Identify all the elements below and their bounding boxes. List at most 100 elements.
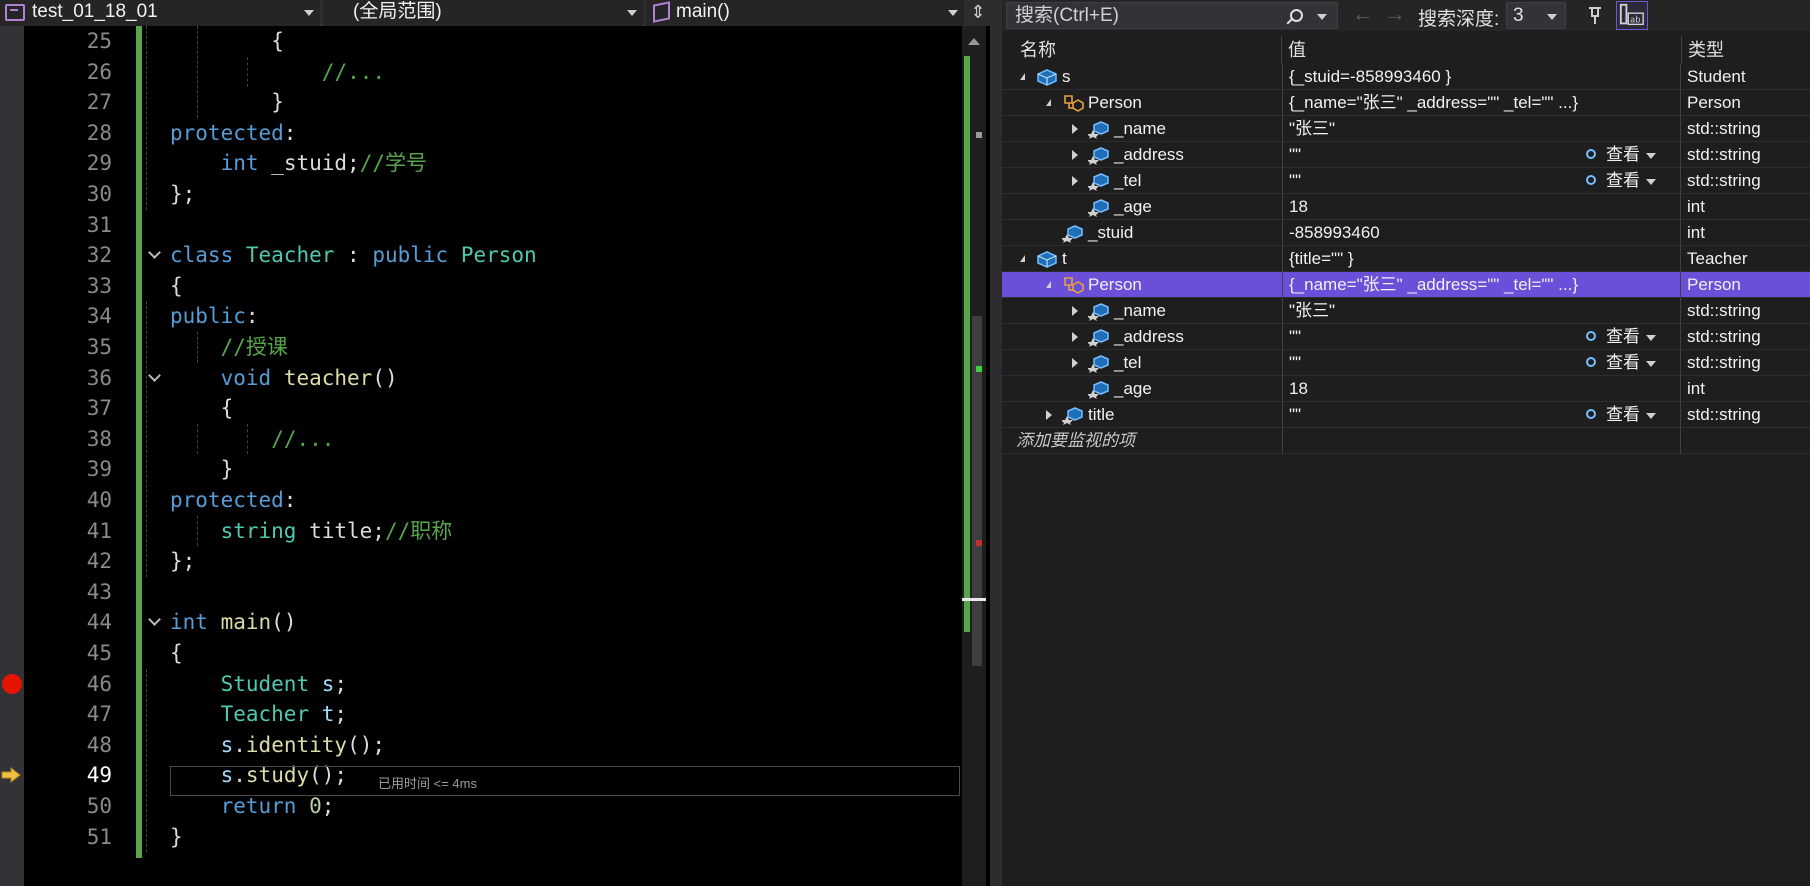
code-line[interactable]: int main() [170, 607, 296, 637]
column-header-value[interactable]: 值 [1282, 36, 1682, 64]
code-line[interactable]: s.identity(); [221, 730, 385, 760]
watch-item-value[interactable]: -858993460 [1282, 220, 1682, 246]
add-watch-row[interactable]: 添加要监视的项 [1002, 428, 1810, 454]
code-line[interactable]: { [170, 638, 183, 668]
watch-item-name: _tel [1114, 353, 1142, 372]
visualizer-view-button[interactable]: 查看 [1584, 324, 1656, 350]
column-header-name[interactable]: 名称 [1014, 36, 1282, 64]
watch-row[interactable]: _address "" 查看 std::string [1002, 324, 1810, 350]
collapse-triangle-icon[interactable] [1046, 281, 1051, 288]
code-line[interactable]: protected: [170, 485, 296, 515]
watch-row[interactable]: _tel "" 查看 std::string [1002, 168, 1810, 194]
watch-row[interactable]: s {_stuid=-858993460 } Student [1002, 64, 1810, 90]
fold-chevron-icon[interactable] [148, 369, 162, 383]
watch-row[interactable]: _name "张三" std::string [1002, 116, 1810, 142]
watch-item-value[interactable]: "张三" [1282, 298, 1682, 324]
visualizer-view-button[interactable]: 查看 [1584, 350, 1656, 376]
code-line[interactable]: Teacher t; [221, 699, 347, 729]
code-line[interactable]: } [271, 87, 284, 117]
watch-row[interactable]: _age 18 int [1002, 376, 1810, 402]
add-watch-label[interactable]: 添加要监视的项 [1002, 428, 1282, 454]
fold-chevron-icon[interactable] [148, 613, 162, 627]
watch-search-input[interactable]: 搜索(Ctrl+E) [1006, 2, 1338, 29]
fold-chevron-icon[interactable] [148, 246, 162, 260]
watch-item-value[interactable]: 18 [1282, 194, 1682, 220]
watch-item-name: Person [1088, 93, 1142, 112]
code-line[interactable]: string title;//职称 [221, 516, 453, 546]
watch-item-value[interactable]: {_name="张三" _address="" _tel="" ...} [1282, 272, 1682, 298]
code-line[interactable]: void teacher() [221, 363, 398, 393]
collapse-triangle-icon[interactable] [1020, 255, 1025, 262]
search-next-arrow-icon[interactable]: → [1384, 1, 1406, 27]
visualizer-view-button[interactable]: 查看 [1584, 142, 1656, 168]
hexadecimal-display-icon[interactable]: ab [1616, 1, 1648, 30]
pin-icon[interactable] [1584, 4, 1606, 26]
project-dropdown[interactable]: test_01_18_01 [0, 0, 320, 26]
split-window-button[interactable]: ⇕ [966, 0, 990, 26]
expand-triangle-icon[interactable] [1072, 358, 1078, 368]
expand-triangle-icon[interactable] [1072, 150, 1078, 160]
expand-triangle-icon[interactable] [1046, 410, 1052, 420]
collapse-triangle-icon[interactable] [1046, 99, 1051, 106]
code-line[interactable]: public: [170, 301, 259, 331]
breakpoint-gutter[interactable] [0, 26, 24, 886]
code-line[interactable]: protected: [170, 118, 296, 148]
code-line[interactable]: } [221, 454, 234, 484]
member-field-icon [1087, 353, 1110, 373]
scope-dropdown[interactable]: (全局范围) [323, 0, 643, 26]
visualizer-view-button[interactable]: 查看 [1584, 168, 1656, 194]
watch-row[interactable]: t {title="" } Teacher [1002, 246, 1810, 272]
scroll-up-arrow-icon[interactable] [968, 38, 980, 45]
code-line[interactable]: }; [170, 179, 195, 209]
watch-item-value[interactable]: "张三" [1282, 116, 1682, 142]
watch-row[interactable]: _stuid -858993460 int [1002, 220, 1810, 246]
chevron-down-icon[interactable] [1317, 14, 1327, 20]
watch-row[interactable]: title "" 查看 std::string [1002, 402, 1810, 428]
expand-triangle-icon[interactable] [1072, 176, 1078, 186]
code-token: { [170, 641, 183, 665]
expand-triangle-icon[interactable] [1072, 124, 1078, 134]
code-line[interactable]: { [221, 393, 234, 423]
search-depth-select[interactable]: 3 [1506, 2, 1566, 29]
breakpoint-icon[interactable] [2, 674, 22, 694]
expand-triangle-icon[interactable] [1072, 306, 1078, 316]
watch-row[interactable]: Person {_name="张三" _address="" _tel="" ..… [1002, 90, 1810, 116]
collapse-triangle-icon[interactable] [1020, 73, 1025, 80]
code-line[interactable]: { [271, 26, 284, 56]
code-line[interactable]: //授课 [221, 332, 288, 362]
watch-row[interactable]: _age 18 int [1002, 194, 1810, 220]
watch-item-type: int [1680, 220, 1810, 246]
expand-triangle-icon[interactable] [1072, 332, 1078, 342]
panel-splitter[interactable] [990, 0, 1002, 886]
code-editor[interactable]: test_01_18_01 (全局范围) main() ⇕ 25 26 27 28 29… [0, 0, 990, 886]
code-line[interactable]: Student s; [221, 669, 347, 699]
code-line[interactable]: int _stuid;//学号 [221, 148, 427, 178]
line-number: 40 [86, 488, 112, 512]
search-icon[interactable] [1290, 9, 1303, 22]
watch-row[interactable]: _address "" 查看 std::string [1002, 142, 1810, 168]
watch-row[interactable]: Person {_name="张三" _address="" _tel="" ..… [1002, 272, 1810, 298]
watch-row[interactable]: _name "张三" std::string [1002, 298, 1810, 324]
watch-item-value[interactable]: 18 [1282, 376, 1682, 402]
code-line[interactable]: } [170, 822, 183, 852]
code-line[interactable]: //... [271, 424, 334, 454]
member-dropdown[interactable]: main() [646, 0, 964, 26]
column-header-type[interactable]: 类型 [1682, 36, 1810, 64]
code-area[interactable]: {//...} protected: int _stuid;//学号}; class … [142, 26, 962, 886]
editor-vertical-scrollbar[interactable] [962, 26, 986, 886]
watch-item-value[interactable]: {_stuid=-858993460 } [1282, 64, 1682, 90]
code-line[interactable]: }; [170, 546, 195, 576]
scrollbar-marker [976, 132, 982, 138]
search-previous-arrow-icon[interactable]: ← [1352, 1, 1374, 27]
watch-row[interactable]: _tel "" 查看 std::string [1002, 350, 1810, 376]
code-line[interactable]: //... [322, 57, 385, 87]
visualizer-view-button[interactable]: 查看 [1584, 402, 1656, 428]
scrollbar-breakpoint-marker [976, 540, 982, 546]
project-file-icon [5, 4, 25, 21]
code-line[interactable]: class Teacher : public Person [170, 240, 537, 270]
watch-item-value[interactable]: {title="" } [1282, 246, 1682, 272]
perf-tip-elapsed-time[interactable]: 已用时间 <= 4ms [378, 773, 477, 792]
watch-item-value[interactable]: {_name="张三" _address="" _tel="" ...} [1282, 90, 1682, 116]
code-line[interactable]: { [170, 271, 183, 301]
